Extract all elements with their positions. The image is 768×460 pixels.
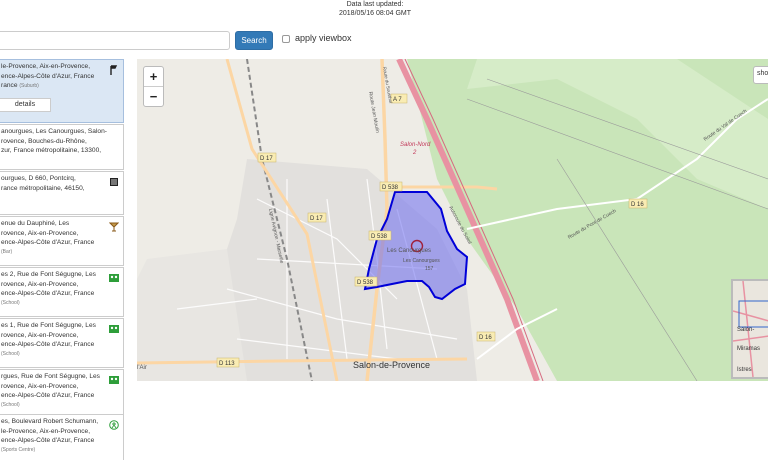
result-item[interactable]: rgues, Rue de Font Ségugne, Les rovence,…: [0, 369, 124, 419]
minimap-label: Istres: [737, 367, 752, 373]
viewbox-label: apply viewbox: [295, 33, 352, 43]
road-shield: D 16: [628, 198, 648, 209]
road-shield: D 538: [379, 181, 403, 192]
result-address-line: rgues, Rue de Font Ségugne, Les: [1, 373, 100, 380]
result-address-line: rovence, Aix-en-Provence,: [1, 229, 79, 237]
result-address-line: es, Boulevard Robert Schumann,: [1, 418, 99, 425]
air-label: l'Air: [137, 365, 147, 371]
svg-text:D 538: D 538: [357, 280, 374, 286]
result-address-line: ence-Alpes-Côte d'Azur, France: [1, 72, 95, 80]
flag-icon: [110, 65, 118, 75]
result-address-line: ence-Alpes-Côte d'Azur, France: [1, 290, 95, 298]
details-button[interactable]: details: [0, 98, 51, 112]
result-type: (Bar): [1, 248, 13, 255]
zoom-control: + −: [143, 66, 164, 107]
result-item[interactable]: le-Provence, Aix-en-Provence, ence-Alpes…: [0, 59, 124, 123]
svg-text:D 113: D 113: [219, 361, 235, 367]
result-address-line: es 2, Rue de Font Ségugne, Les: [1, 271, 96, 278]
result-address-line: rance métropolitaine, 46150,: [1, 184, 85, 192]
result-address-line: le-Provence, Aix-en-Provence,: [1, 63, 91, 70]
result-item[interactable]: ourgues, D 660, Pontcirq, rance métropol…: [0, 171, 124, 215]
road-shield: D 538: [368, 230, 392, 241]
result-address-line: ence-Alpes-Côte d'Azur, France: [1, 437, 95, 445]
result-item[interactable]: es, Boulevard Robert Schumann, le-Proven…: [0, 414, 124, 460]
svg-text:D 17: D 17: [260, 156, 273, 162]
salon-nord-label: Salon-Nord: [400, 142, 431, 148]
show-button[interactable]: show: [753, 66, 768, 84]
last-updated-label: Data last updated:: [346, 1, 404, 8]
zoom-out-button[interactable]: −: [144, 87, 163, 106]
zoom-in-button[interactable]: +: [144, 67, 163, 87]
result-item[interactable]: anourgues, Les Canourgues, Salon- rovenc…: [0, 124, 124, 170]
result-address-line: ence-Alpes-Côte d'Azur, France: [1, 239, 95, 247]
map-tiles[interactable]: A 7 D 17 D 538 D 538 D 17 D 538 D 16 D 1…: [137, 59, 768, 381]
result-address-line: rovence, Aix-en-Provence,: [1, 382, 79, 390]
school-icon: [109, 376, 119, 384]
minimap-label: Miramas: [737, 346, 760, 352]
result-item[interactable]: enue du Dauphiné, Les rovence, Aix-en-Pr…: [0, 216, 124, 266]
search-input[interactable]: [0, 31, 230, 50]
district-sub-label: Les Canourgues: [403, 258, 440, 264]
sports-icon: [109, 420, 119, 430]
cocktail-icon: [109, 222, 119, 232]
svg-text:D 538: D 538: [371, 234, 388, 240]
results-list[interactable]: le-Provence, Aix-en-Provence, ence-Alpes…: [0, 59, 124, 460]
result-address-line: ourgues, D 660, Pontcirq,: [1, 175, 76, 182]
result-type: (School): [1, 350, 20, 357]
result-type: (School): [1, 401, 20, 408]
result-address-line: enue du Dauphiné, Les: [1, 220, 70, 227]
svg-text:D 16: D 16: [631, 202, 644, 208]
result-address-line: rovence, Bouches-du-Rhône,: [1, 137, 87, 145]
result-address-line: rovence, Aix-en-Provence,: [1, 280, 79, 288]
town-label: Salon-de-Provence: [353, 360, 430, 370]
search-button[interactable]: Search: [235, 31, 273, 50]
result-address-line: zur, France métropolitaine, 13300,: [1, 147, 102, 155]
minimap-label: Salon-: [737, 327, 754, 333]
svg-text:D 16: D 16: [479, 335, 492, 341]
school-icon: [109, 274, 119, 282]
result-address-line: anourgues, Les Canourgues, Salon-: [1, 128, 107, 135]
road-shield: D 17: [307, 212, 327, 223]
minimap[interactable]: Salon- Miramas Istres: [731, 279, 768, 379]
road-shield: D 538: [354, 276, 378, 287]
result-address-line: es 1, Rue de Font Ségugne, Les: [1, 322, 96, 329]
last-updated-time: 2018/05/16 08:04 GMT: [339, 10, 411, 17]
result-type: (School): [1, 299, 20, 306]
map-view[interactable]: A 7 D 17 D 538 D 538 D 17 D 538 D 16 D 1…: [137, 59, 768, 381]
school-icon: [109, 325, 119, 333]
last-updated: Data last updated: 2018/05/16 08:04 GMT: [330, 0, 420, 18]
result-item[interactable]: es 1, Rue de Font Ségugne, Les rovence, …: [0, 318, 124, 368]
district-sub-label-2: 157: [425, 266, 434, 272]
result-address-line: le-Provence, Aix-en-Provence,: [1, 427, 91, 435]
result-type: (Suburb): [19, 83, 39, 90]
svg-text:D 17: D 17: [310, 216, 323, 222]
result-address-line: rance: [1, 82, 18, 90]
result-address-line: rovence, Aix-en-Provence,: [1, 331, 79, 339]
result-address-line: ence-Alpes-Côte d'Azur, France: [1, 392, 95, 400]
svg-text:A 7: A 7: [393, 97, 402, 103]
road-shield: D 17: [257, 152, 277, 163]
district-label: Les Canourgues: [387, 248, 431, 254]
square-icon: [110, 178, 118, 186]
road-shield: D 113: [216, 357, 240, 368]
viewbox-checkbox[interactable]: [282, 35, 290, 43]
svg-text:D 538: D 538: [382, 185, 399, 191]
result-type: (Sports Centre): [1, 446, 36, 453]
road-shield: D 16: [476, 331, 496, 342]
result-address-line: ence-Alpes-Côte d'Azur, France: [1, 341, 95, 349]
result-item[interactable]: es 2, Rue de Font Ségugne, Les rovence, …: [0, 267, 124, 317]
salon-nord-num-label: 2: [412, 150, 417, 156]
